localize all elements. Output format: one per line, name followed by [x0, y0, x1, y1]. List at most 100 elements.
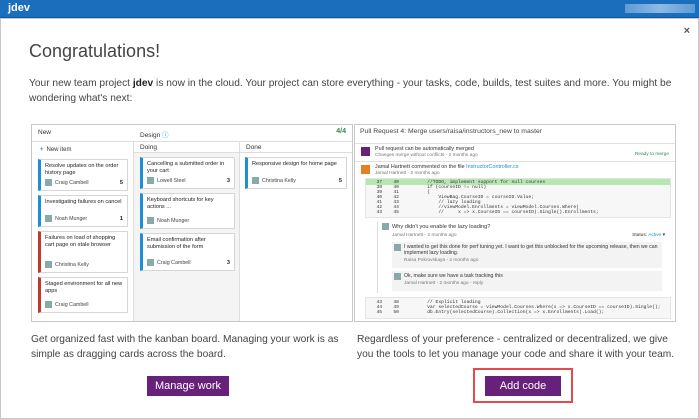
card-owner: Noah Munger — [147, 217, 189, 225]
info-icon: ⓘ — [162, 132, 169, 139]
code-block-2: 43 48 // Explicit loading 44 49 var sele… — [376, 300, 661, 315]
card-owner: Lowell Steel — [147, 177, 186, 185]
card-owner: Noah Munger — [45, 215, 87, 223]
avatar — [252, 177, 259, 185]
question-text: Why didn't you enable the lazy loading? — [392, 223, 491, 230]
kanban-card[interactable]: Staged environment for all new apps Craig… — [38, 277, 128, 313]
merge-sub: Changes merge without conflicts - 2 mont… — [375, 153, 478, 158]
card-title: Email confirmation after submission of t… — [147, 237, 206, 250]
card-effort: 3 — [226, 178, 230, 184]
owner-name: Christina Kelly — [55, 262, 89, 268]
kanban-card[interactable]: Email confirmation after submission of t… — [140, 233, 235, 271]
reply-meta: Jamal Hartnett - 2 months ago - reply — [404, 281, 484, 286]
reply-text: I wanted to get this done for perf tunin… — [404, 244, 658, 256]
card-owner: Christina Kelly — [45, 261, 89, 269]
new-item-button[interactable]: + New item — [40, 147, 75, 153]
owner-name: Lowell Steel — [157, 178, 186, 184]
code-block-1: 37 40 //TODO, implement support for null… — [376, 180, 599, 215]
avatar — [394, 273, 401, 280]
card-title: Keyboard shortcuts for key actions ... — [147, 197, 214, 210]
card-owner: Craig Cambell — [147, 259, 191, 267]
manage-work-button[interactable]: Manage work — [147, 376, 229, 396]
kanban-card[interactable]: Investigating failures on cancel Noah Mun… — [38, 195, 128, 227]
add-code-button[interactable]: Add code — [485, 376, 561, 396]
status-row: Status: Active ▾ — [632, 233, 665, 238]
done-title: Done — [240, 142, 352, 153]
top-bar: jdev — [0, 0, 699, 18]
intro-pre: Your new team project — [29, 78, 133, 89]
card-title: Investigating failures on cancel — [45, 199, 122, 205]
avatar — [45, 301, 52, 309]
comment-thread: Why didn't you enable the lazy loading? … — [377, 221, 671, 293]
column-new-title: New — [32, 125, 134, 142]
doing-title: Doing — [134, 142, 240, 153]
comment-line: Jamal Hartnett commented on the file Ins… — [375, 164, 519, 170]
file-comment: Jamal Hartnett commented on the file Ins… — [355, 161, 675, 177]
card-effort: 1 — [119, 216, 123, 222]
project-brand[interactable]: jdev — [8, 2, 30, 14]
status-label: Status: — [632, 233, 648, 238]
kanban-card[interactable]: Cancelling a submitted order in your car… — [140, 157, 235, 189]
card-owner: Craig Cambell — [45, 301, 89, 309]
owner-name: Noah Munger — [157, 218, 190, 224]
file-link[interactable]: InstructorController.cs — [466, 164, 518, 170]
pr-title: Pull Request 4: Merge users/raisa/instru… — [360, 128, 543, 135]
card-owner: Craig Cambell — [45, 179, 89, 187]
kanban-description: Get organized fast with the kanban board… — [31, 334, 339, 360]
kanban-card[interactable]: Responsive design for home page Christina… — [245, 157, 347, 189]
question-row: Why didn't you enable the lazy loading? — [382, 223, 490, 230]
ready-to-merge: Ready to merge — [634, 152, 669, 157]
merge-icon — [361, 147, 370, 156]
kanban-preview: New Design ⓘ 4/4 Doing Done + New item Res… — [31, 124, 353, 322]
card-effort: 5 — [338, 178, 342, 184]
kanban-card[interactable]: Keyboard shortcuts for key actions ... No… — [140, 193, 235, 229]
avatar — [394, 244, 401, 251]
chevron-down-icon[interactable]: ▾ — [663, 233, 665, 238]
owner-name: Noah Munger — [55, 216, 88, 222]
avatar — [45, 215, 52, 223]
card-title: Responsive design for home page — [252, 161, 337, 167]
close-icon[interactable]: × — [684, 25, 690, 37]
card-effort: 5 — [119, 180, 123, 186]
column-design-title: Design ⓘ 4/4 — [134, 125, 352, 142]
comment-icon — [361, 165, 370, 174]
owner-name: Craig Cambell — [55, 180, 89, 186]
status-dropdown[interactable]: Active — [648, 233, 661, 238]
kanban-card[interactable]: Resolve updates on the order history pag… — [38, 159, 128, 191]
card-effort: 3 — [226, 260, 230, 266]
intro-project-name: jdev — [132, 78, 154, 89]
account-area[interactable] — [625, 4, 695, 13]
reply-meta: Raisa Pokrovskaya - 2 months ago — [404, 258, 479, 263]
owner-name: Christina Kelly — [262, 178, 296, 184]
dialog-title: Congratulations! — [29, 41, 161, 61]
intro-text: Your new team project jdev is now in the… — [29, 76, 677, 106]
comment-text: Jamal Hartnett commented on the file — [375, 164, 465, 170]
avatar — [45, 179, 52, 187]
plus-icon: + — [40, 147, 44, 153]
comment-meta: Jamal Hartnett - 2 months ago — [375, 171, 440, 176]
card-title: Staged environment for all new apps — [45, 281, 123, 294]
reply-text: Ok, make sure we have a task tracking th… — [404, 273, 503, 279]
congratulations-dialog: × Congratulations! Your new team project… — [0, 18, 699, 419]
card-owner: Christina Kelly — [252, 177, 296, 185]
merge-line: Pull request can be automatically merged — [375, 146, 474, 152]
wip-limit: 4/4 — [336, 128, 346, 135]
new-item-label: New item — [46, 147, 72, 153]
owner-name: Craig Cambell — [157, 260, 191, 266]
card-title: Resolve updates on the order history pag… — [45, 163, 119, 176]
code-description: Regardless of your preference - centrali… — [357, 334, 675, 360]
design-label: Design — [140, 132, 161, 139]
avatar — [147, 217, 154, 225]
card-title: Cancelling a submitted order in your car… — [147, 161, 225, 174]
owner-name: Craig Cambell — [55, 302, 89, 308]
reply-2: Ok, make sure we have a task tracking th… — [392, 271, 662, 291]
code-diff-2: 43 48 // Explicit loading 44 49 var sele… — [365, 297, 671, 319]
avatar — [382, 223, 389, 230]
pull-request-preview: Pull Request 4: Merge users/raisa/instru… — [354, 124, 676, 322]
kanban-card[interactable]: Failures on load of shopping cart page o… — [38, 231, 128, 273]
reply-1: I wanted to get this done for perf tunin… — [392, 242, 662, 268]
card-title: Failures on load of shopping cart page o… — [45, 235, 116, 248]
merge-status: Pull request can be automatically merged… — [355, 143, 675, 160]
avatar — [147, 177, 154, 185]
question-meta: Jamal Hartnett - 2 months ago — [392, 233, 457, 238]
